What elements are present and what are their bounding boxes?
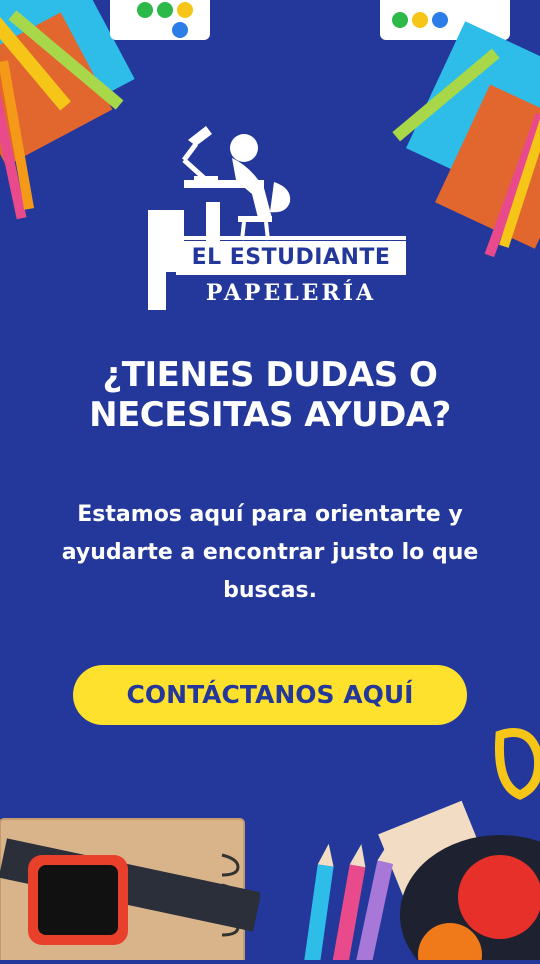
brand-logo: EL ESTUDIANTE PAPELERÍA (0, 118, 540, 318)
pencils-palette-decoration (280, 725, 540, 964)
description-text: Estamos aquí para orientarte y ayudarte … (61, 502, 479, 603)
brand-name-line2: PAPELERÍA (205, 280, 377, 306)
contact-button[interactable]: CONTÁCTANOS AQUÍ (73, 665, 467, 725)
page-title: ¿TIENES DUDAS O NECESITAS AYUDA? (89, 355, 451, 435)
notebook-watch-decoration (0, 815, 262, 964)
brand-name-line1: EL ESTUDIANTE (176, 241, 406, 275)
